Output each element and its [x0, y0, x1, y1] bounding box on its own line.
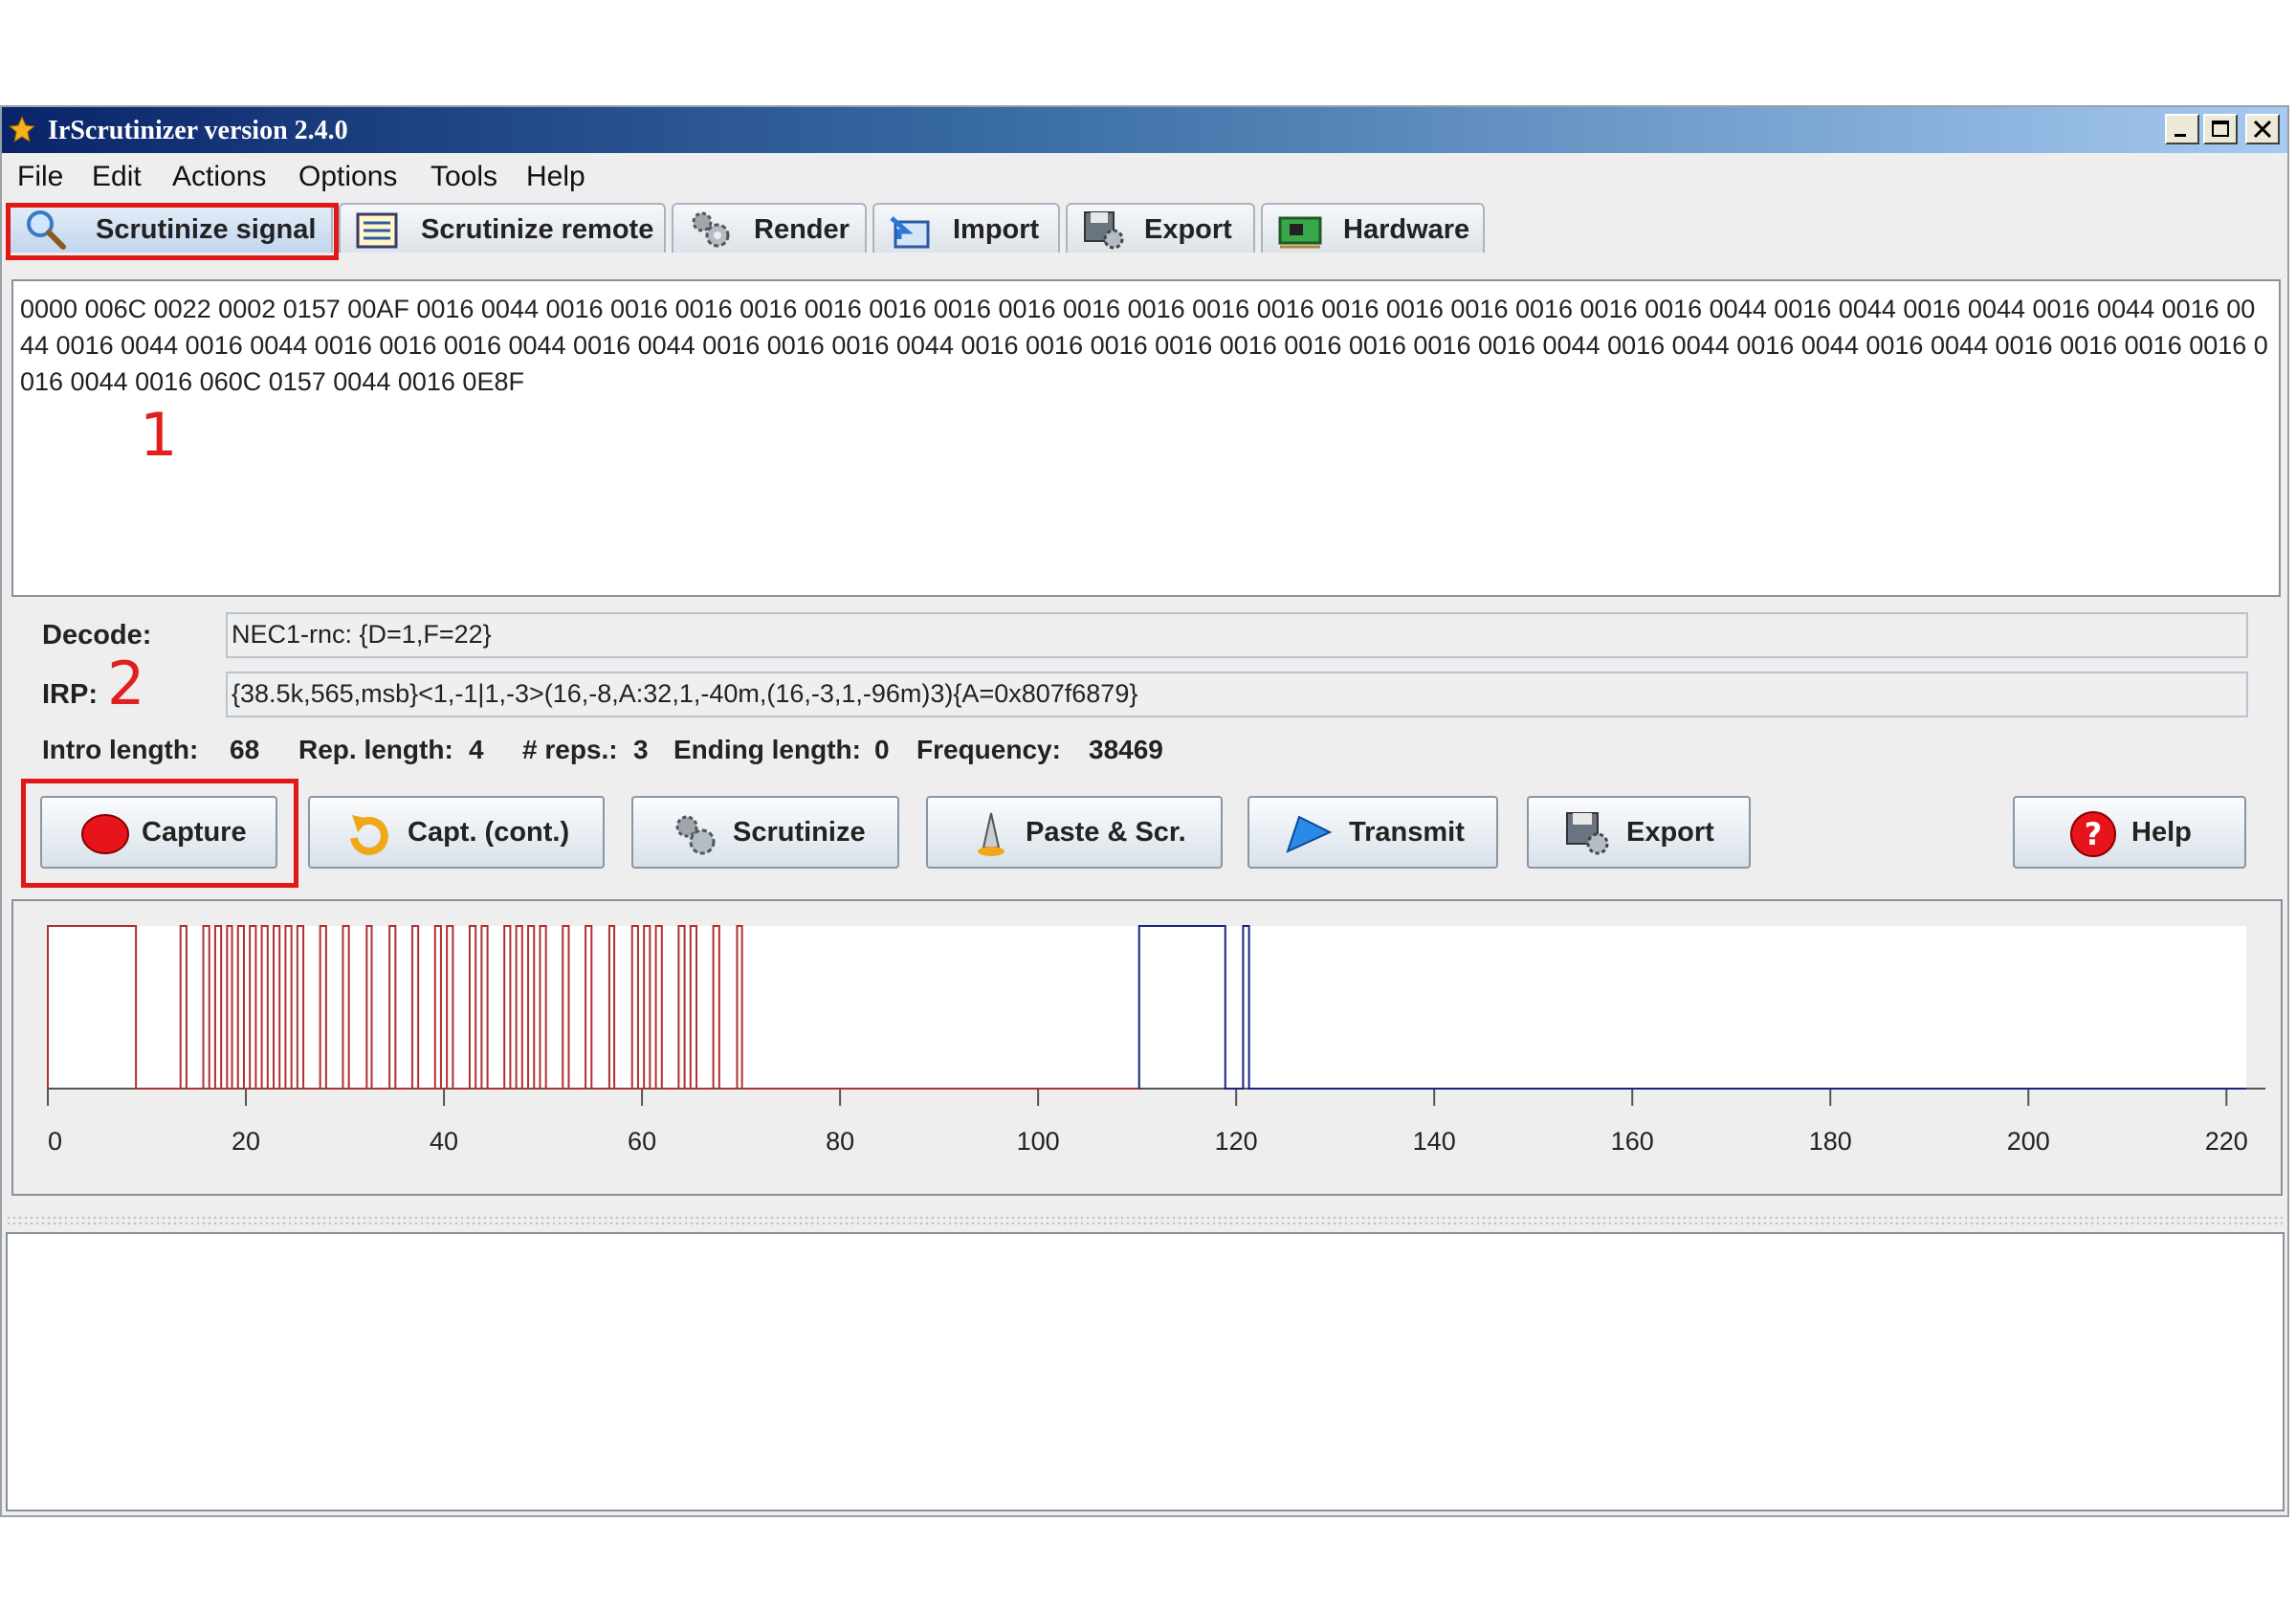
x-tick-label: 80 [826, 1127, 854, 1156]
x-tick-label: 180 [1809, 1127, 1852, 1156]
x-tick-label: 100 [1017, 1127, 1060, 1156]
close-icon [2253, 120, 2272, 139]
menu-actions[interactable]: Actions [172, 161, 266, 193]
paste-scrutinize-label: Paste & Scr. [1026, 817, 1186, 848]
decode-field[interactable]: NEC1-rnc: {D=1,F=22} [226, 612, 2248, 658]
help-question-icon: ? [2070, 811, 2116, 857]
x-tick-label: 20 [232, 1127, 260, 1156]
transmit-button[interactable]: Transmit [1247, 796, 1498, 869]
x-tick-label: 120 [1215, 1127, 1258, 1156]
tab-scrutinize-remote[interactable]: Scrutinize remote [339, 203, 666, 253]
signal-plot[interactable]: 0 20 40 60 80 100 120 140 160 180 200 220 [13, 901, 2281, 1194]
intro-length-value: 68 [230, 735, 260, 764]
rep-length-label: Rep. length: [298, 735, 453, 764]
menu-bar: File Edit Actions Options Tools Help [2, 153, 2287, 195]
tab-bar: Scrutinize signal Scrutinize remote Rend… [2, 199, 2287, 253]
tab-label: Import [953, 214, 1040, 245]
floppy-gear-icon [1566, 812, 1609, 855]
help-button[interactable]: ? Help [2013, 796, 2246, 869]
plot-background [48, 926, 2246, 1089]
x-tick-label: 220 [2205, 1127, 2248, 1156]
title-bar[interactable]: IrScrutinizer version 2.4.0 [2, 107, 2287, 153]
svg-text:?: ? [2085, 816, 2103, 852]
irp-field[interactable]: {38.5k,565,msb}<1,-1|1,-3>(16,-8,A:32,1,… [226, 672, 2248, 717]
maximize-icon [2212, 121, 2229, 137]
hardware-board-icon [1278, 216, 1322, 249]
menu-tools[interactable]: Tools [430, 161, 497, 193]
gears-icon [675, 815, 716, 855]
export-label: Export [1626, 817, 1714, 848]
app-window: IrScrutinizer version 2.4.0 File Edit Ac… [0, 105, 2289, 1517]
x-tick-label: 0 [48, 1127, 62, 1156]
menu-options[interactable]: Options [298, 161, 397, 193]
x-tick-label: 140 [1413, 1127, 1456, 1156]
capture-continuous-button[interactable]: Capt. (cont.) [308, 796, 605, 869]
decode-label: Decode: [42, 620, 152, 650]
x-tick-label: 200 [2007, 1127, 2050, 1156]
scrutinize-label: Scrutinize [733, 817, 866, 848]
list-icon [356, 212, 398, 249]
annotation-number-2: 2 [107, 649, 145, 718]
num-reps-value: 3 [633, 735, 649, 764]
signal-input-area[interactable]: 0000 006C 0022 0002 0157 00AF 0016 0044 … [11, 279, 2281, 597]
export-button[interactable]: Export [1527, 796, 1751, 869]
tab-label: Hardware [1343, 214, 1470, 245]
refresh-arrow-icon [350, 815, 388, 855]
close-button[interactable] [2245, 114, 2280, 144]
annotation-number-1: 1 [140, 400, 178, 470]
tab-hardware[interactable]: Hardware [1261, 203, 1485, 253]
floppy-gear-icon [1084, 211, 1124, 250]
paste-clipboard-icon [978, 812, 1004, 856]
menu-file[interactable]: File [17, 161, 63, 193]
split-pane-divider[interactable] [6, 1215, 2283, 1224]
tab-label: Export [1144, 214, 1232, 245]
tab-export[interactable]: Export [1066, 203, 1255, 253]
tab-label: Scrutinize remote [421, 214, 654, 245]
signal-text[interactable]: 0000 006C 0022 0002 0157 00AF 0016 0044 … [20, 291, 2268, 400]
console-output-area[interactable] [6, 1232, 2285, 1511]
tab-import[interactable]: Import [872, 203, 1060, 253]
app-logo-icon [8, 115, 36, 143]
irp-label: IRP: [42, 679, 98, 710]
tab-label: Render [754, 214, 850, 245]
highlight-box-capture [21, 779, 298, 888]
frequency-label: Frequency: [916, 735, 1061, 764]
window-title: IrScrutinizer version 2.4.0 [48, 116, 348, 145]
play-arrow-icon [1286, 815, 1333, 853]
intro-length-label: Intro length: [42, 735, 199, 764]
scrutinize-button[interactable]: Scrutinize [631, 796, 899, 869]
transmit-label: Transmit [1349, 817, 1465, 848]
help-label: Help [2131, 817, 2192, 848]
gears-icon [692, 211, 730, 248]
frequency-value: 38469 [1089, 735, 1163, 764]
minimize-icon [2175, 134, 2186, 137]
rep-length-value: 4 [469, 735, 484, 764]
ending-length-value: 0 [874, 735, 890, 764]
import-icon [890, 216, 930, 249]
paste-scrutinize-button[interactable]: Paste & Scr. [926, 796, 1223, 869]
capture-continuous-label: Capt. (cont.) [408, 817, 570, 848]
ending-length-label: Ending length: [673, 735, 861, 764]
x-tick-label: 60 [628, 1127, 656, 1156]
menu-edit[interactable]: Edit [92, 161, 142, 193]
x-tick-label: 40 [430, 1127, 458, 1156]
menu-help[interactable]: Help [526, 161, 585, 193]
signal-plot-panel[interactable]: 0 20 40 60 80 100 120 140 160 180 200 220 [11, 899, 2283, 1196]
minimize-button[interactable] [2165, 114, 2199, 144]
highlight-box-tab [6, 203, 339, 260]
maximize-button[interactable] [2203, 114, 2238, 144]
num-reps-label: # reps.: [522, 735, 618, 764]
tab-render[interactable]: Render [672, 203, 867, 253]
x-tick-label: 160 [1611, 1127, 1654, 1156]
